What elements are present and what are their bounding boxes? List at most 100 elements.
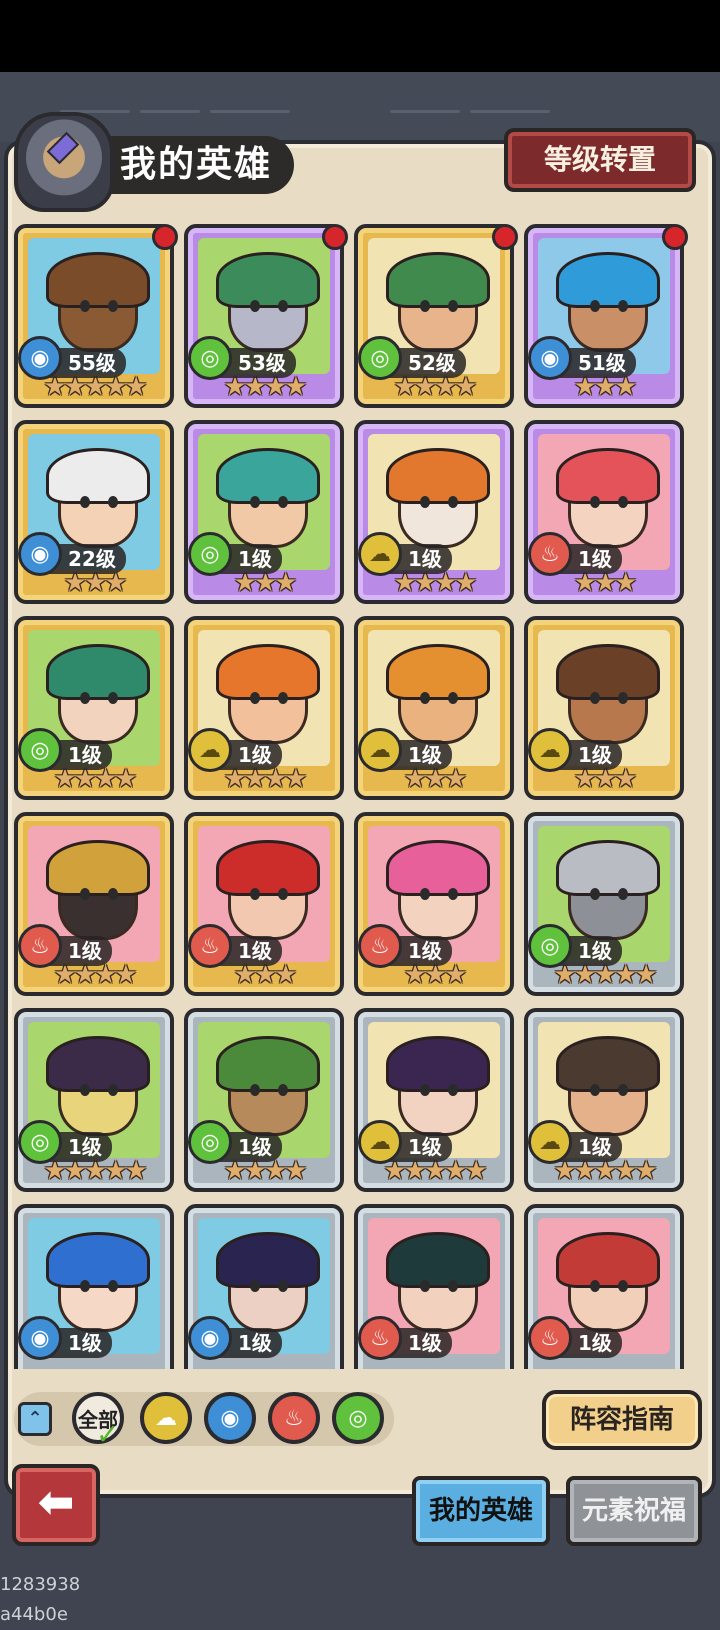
wind-element-icon: ◎: [18, 728, 62, 772]
hero-hair: [386, 1036, 490, 1092]
hero-eye: [618, 1280, 628, 1292]
earth-element-icon: ☁: [358, 532, 402, 576]
hero-eye: [590, 692, 600, 704]
hero-card[interactable]: ◎ 53级 ★★★★: [184, 224, 344, 408]
hero-eye: [590, 1280, 600, 1292]
hero-hair: [386, 1232, 490, 1288]
hero-eye: [108, 1280, 118, 1292]
hero-hair: [216, 1232, 320, 1288]
earth-element-icon: ☁: [528, 1120, 572, 1164]
hero-hair: [556, 840, 660, 896]
hero-eye: [448, 888, 458, 900]
hero-eye: [590, 496, 600, 508]
hero-card[interactable]: ◎ 1级 ★★★: [184, 420, 344, 604]
hero-hair: [216, 1036, 320, 1092]
hero-hair: [386, 252, 490, 308]
hero-card[interactable]: ◎ 1级 ★★★★★: [524, 812, 684, 996]
filter-fire-icon[interactable]: ♨: [268, 1392, 320, 1444]
hero-card[interactable]: ☁ 1级 ★★★: [524, 616, 684, 800]
page-title: 我的英雄: [84, 136, 294, 194]
wind-element-icon: ◎: [188, 1120, 232, 1164]
hero-card[interactable]: ♨ 1级 ★★★: [184, 812, 344, 996]
collapse-up-icon[interactable]: ⌃: [18, 1402, 52, 1436]
hero-eye: [108, 300, 118, 312]
wind-element-icon: ◎: [358, 336, 402, 380]
hero-eye: [278, 1084, 288, 1096]
tab-element-blessing[interactable]: 元素祝福: [566, 1476, 702, 1546]
checkmark-icon: ✓: [96, 1418, 120, 1451]
hero-eye: [420, 1084, 430, 1096]
wind-element-icon: ◎: [528, 924, 572, 968]
hero-eye: [80, 300, 90, 312]
hero-card[interactable]: ◎ 1级 ★★★★: [184, 1008, 344, 1192]
hero-eye: [618, 888, 628, 900]
hero-eye: [278, 300, 288, 312]
build-id: 1283938 a44b0e: [0, 1574, 81, 1625]
fire-element-icon: ♨: [528, 1316, 572, 1360]
water-element-icon: ◉: [18, 1316, 62, 1360]
hero-card[interactable]: ♨ 1级 ★★★: [524, 420, 684, 604]
hero-card[interactable]: ◉ 51级 ★★★: [524, 224, 684, 408]
hero-hair: [46, 448, 150, 504]
red-dot-badge: [492, 224, 518, 250]
fire-element-icon: ♨: [18, 924, 62, 968]
hero-hair: [46, 1036, 150, 1092]
hero-card[interactable]: ◎ 1级 ★★★★★: [14, 1008, 174, 1192]
hero-card[interactable]: ☁ 1级 ★★★★: [354, 420, 514, 604]
hero-eye: [590, 1084, 600, 1096]
lineup-guide-button[interactable]: 阵容指南: [542, 1390, 702, 1450]
hero-eye: [420, 692, 430, 704]
hero-eye: [590, 888, 600, 900]
hero-card[interactable]: ◎ 52级 ★★★★: [354, 224, 514, 408]
hero-eye: [108, 692, 118, 704]
status-bar: [0, 0, 720, 72]
hero-card[interactable]: ◎ 1级 ★★★★: [14, 616, 174, 800]
hero-eye: [448, 300, 458, 312]
earth-element-icon: ☁: [358, 1120, 402, 1164]
tab-my-heroes[interactable]: 我的英雄: [412, 1476, 550, 1546]
hero-eye: [448, 1084, 458, 1096]
wind-element-icon: ◎: [18, 1120, 62, 1164]
hero-eye: [420, 1280, 430, 1292]
hero-card[interactable]: ◉ 55级 ★★★★★: [14, 224, 174, 408]
helmet-icon: [14, 112, 114, 212]
hero-card[interactable]: ◉ 1级: [14, 1204, 174, 1369]
hero-card[interactable]: ☁ 1级 ★★★: [354, 616, 514, 800]
hero-card[interactable]: ♨ 1级 ★★★: [354, 812, 514, 996]
hero-eye: [278, 496, 288, 508]
hero-eye: [448, 1280, 458, 1292]
hero-eye: [278, 692, 288, 704]
hero-eye: [420, 496, 430, 508]
hero-card[interactable]: ☁ 1级 ★★★★★: [524, 1008, 684, 1192]
hero-hair: [46, 1232, 150, 1288]
hero-card[interactable]: ◉ 1级: [184, 1204, 344, 1369]
hero-hair: [216, 644, 320, 700]
filter-wind-icon[interactable]: ◎: [332, 1392, 384, 1444]
level-reset-button[interactable]: 等级转置: [504, 128, 696, 192]
hero-card[interactable]: ♨ 1级: [354, 1204, 514, 1369]
hero-card[interactable]: ♨ 1级: [524, 1204, 684, 1369]
hero-hair: [216, 840, 320, 896]
hero-eye: [250, 888, 260, 900]
filter-water-icon[interactable]: ◉: [204, 1392, 256, 1444]
hero-eye: [80, 1280, 90, 1292]
hero-eye: [108, 496, 118, 508]
hero-eye: [80, 888, 90, 900]
hero-eye: [278, 888, 288, 900]
hero-card[interactable]: ☁ 1级 ★★★★: [184, 616, 344, 800]
filter-earth-icon[interactable]: ☁: [140, 1392, 192, 1444]
earth-element-icon: ☁: [528, 728, 572, 772]
hero-card[interactable]: ☁ 1级 ★★★★★: [354, 1008, 514, 1192]
hero-eye: [618, 496, 628, 508]
red-dot-badge: [322, 224, 348, 250]
hero-eye: [80, 496, 90, 508]
wind-element-icon: ◎: [188, 532, 232, 576]
hero-eye: [80, 692, 90, 704]
hero-grid[interactable]: ◉ 55级 ★★★★★ ◎ 53级 ★★★★ ◎ 52级 ★★★★ ◉ 51级 ★★★ ◉ 22级 ★★★ ◎…: [14, 224, 706, 1369]
hero-hair: [556, 1232, 660, 1288]
hero-card[interactable]: ♨ 1级 ★★★★: [14, 812, 174, 996]
hero-card[interactable]: ◉ 22级 ★★★: [14, 420, 174, 604]
back-arrow-icon[interactable]: ⬅: [12, 1464, 100, 1546]
hero-eye: [80, 1084, 90, 1096]
hero-hair: [46, 252, 150, 308]
